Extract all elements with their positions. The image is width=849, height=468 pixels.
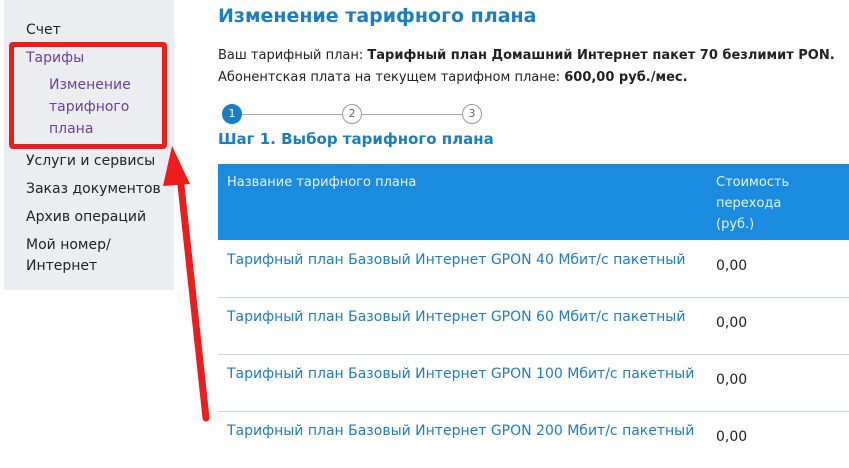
stepper-line — [242, 114, 342, 115]
sidebar-item-documents[interactable]: Заказ документов — [26, 179, 161, 200]
stepper-line — [362, 114, 462, 115]
tariff-name-link[interactable]: Тарифный план Базовый Интернет GPON 200 … — [227, 420, 697, 442]
tariff-name-link[interactable]: Тарифный план Базовый Интернет GPON 60 М… — [227, 306, 697, 328]
table-row[interactable]: Тарифный план Базовый Интернет GPON 40 М… — [218, 241, 849, 298]
tariff-name-link[interactable]: Тарифный план Базовый Интернет GPON 40 М… — [227, 249, 697, 271]
column-header-price: Стоимость перехода (руб.) — [716, 175, 790, 232]
sidebar-item-services[interactable]: Услуги и сервисы — [26, 151, 155, 172]
step-title: Шаг 1. Выбор тарифного плана — [218, 130, 494, 148]
fee-label: Абонентская плата на текущем тарифном пл… — [218, 70, 565, 85]
page-title: Изменение тарифного плана — [218, 5, 537, 27]
highlight-box — [9, 42, 167, 149]
tariff-price: 0,00 — [716, 429, 748, 445]
tariff-price: 0,00 — [716, 258, 748, 274]
step-3[interactable]: 3 — [462, 104, 482, 124]
sidebar-item-my-number[interactable]: Мой номер/Интернет — [26, 235, 161, 277]
sidebar-item-account[interactable]: Счет — [26, 20, 61, 41]
current-plan-label: Ваш тарифный план: — [218, 48, 368, 63]
column-header-name: Название тарифного плана — [227, 175, 417, 190]
current-plan-info: Ваш тарифный план: Тарифный план Домашни… — [218, 48, 835, 63]
step-1[interactable]: 1 — [222, 104, 242, 124]
stepper: 1 2 3 — [222, 104, 482, 126]
step-2[interactable]: 2 — [342, 104, 362, 124]
table-row[interactable]: Тарифный план Базовый Интернет GPON 200 … — [218, 412, 849, 468]
tariff-price: 0,00 — [716, 315, 748, 331]
table-header: Название тарифного плана Стоимость перех… — [218, 164, 849, 240]
table-row[interactable]: Тарифный план Базовый Интернет GPON 100 … — [218, 355, 849, 412]
sidebar-item-archive[interactable]: Архив операций — [26, 207, 146, 228]
tariff-name-link[interactable]: Тарифный план Базовый Интернет GPON 100 … — [227, 363, 697, 385]
fee-value: 600,00 руб./мес. — [564, 70, 688, 85]
fee-info: Абонентская плата на текущем тарифном пл… — [218, 70, 688, 85]
tariff-price: 0,00 — [716, 372, 748, 388]
table-row[interactable]: Тарифный план Базовый Интернет GPON 60 М… — [218, 298, 849, 355]
current-plan-value: Тарифный план Домашний Интернет пакет 70… — [367, 48, 835, 63]
